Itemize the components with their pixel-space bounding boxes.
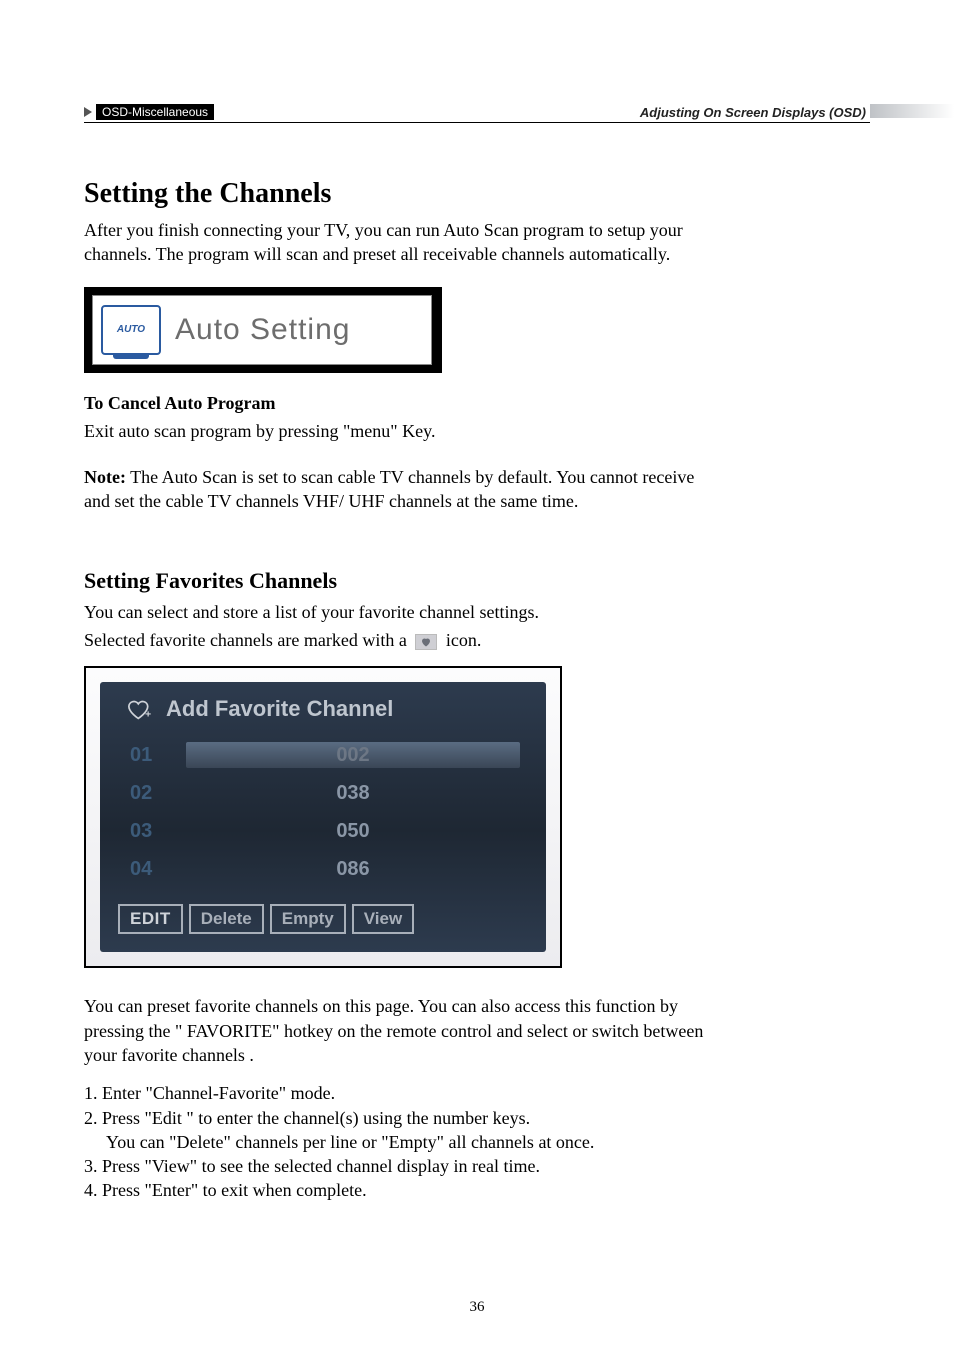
favorite-panel-frame: + Add Favorite Channel 01 002 02 038 03 050 04… bbox=[84, 666, 562, 968]
favorite-row-value-wrap: 002 bbox=[186, 742, 520, 768]
favorites-intro-2a: Selected favorite channels are marked wi… bbox=[84, 630, 411, 650]
favorite-row-index: 04 bbox=[126, 858, 186, 881]
favorite-row[interactable]: 02 038 bbox=[126, 774, 520, 812]
section-title-favorites: Setting Favorites Channels bbox=[84, 568, 704, 594]
favorite-rows-container: 01 002 02 038 03 050 04 086 bbox=[126, 736, 520, 888]
favorite-panel-title: Add Favorite Channel bbox=[166, 696, 393, 722]
note-text: The Auto Scan is set to scan cable TV ch… bbox=[84, 467, 694, 511]
cancel-auto-bold: To Cancel Auto Program bbox=[84, 393, 276, 413]
step-3: 3. Press "View" to see the selected chan… bbox=[84, 1154, 704, 1178]
favorite-row-index: 01 bbox=[126, 744, 186, 767]
favorite-panel: + Add Favorite Channel 01 002 02 038 03 050 04… bbox=[100, 682, 546, 952]
breadcrumb-left: OSD-Miscellaneous bbox=[84, 104, 214, 120]
favorite-row-value: 002 bbox=[336, 744, 369, 767]
favorite-row-value-wrap: 038 bbox=[186, 780, 520, 806]
favorite-row-value: 038 bbox=[336, 782, 369, 805]
header-right-label: Adjusting On Screen Displays (OSD) bbox=[640, 105, 870, 120]
svg-text:+: + bbox=[145, 710, 151, 721]
empty-button[interactable]: Empty bbox=[270, 904, 346, 934]
favorite-row-value: 050 bbox=[336, 820, 369, 843]
favorite-row[interactable]: 04 086 bbox=[126, 850, 520, 888]
note-label: Note: bbox=[84, 467, 126, 487]
step-4: 4. Press "Enter" to exit when complete. bbox=[84, 1178, 704, 1202]
favorites-intro-2: Selected favorite channels are marked wi… bbox=[84, 628, 704, 652]
edit-button[interactable]: EDIT bbox=[118, 904, 183, 934]
auto-setting-inner: AUTO Auto Setting bbox=[92, 295, 432, 365]
favorite-row-index: 03 bbox=[126, 820, 186, 843]
cancel-auto-text: Exit auto scan program by pressing "menu… bbox=[84, 419, 704, 443]
step-1: 1. Enter "Channel-Favorite" mode. bbox=[84, 1081, 704, 1105]
steps-list: 1. Enter "Channel-Favorite" mode. 2. Pre… bbox=[84, 1081, 704, 1202]
favorite-row[interactable]: 01 002 bbox=[126, 736, 520, 774]
auto-setting-text: Auto Setting bbox=[175, 313, 350, 347]
after-panel-text: You can preset favorite channels on this… bbox=[84, 994, 704, 1067]
favorite-row-index: 02 bbox=[126, 782, 186, 805]
favorites-intro-1: You can select and store a list of your … bbox=[84, 600, 704, 624]
favorite-buttons-row: EDIT Delete Empty View bbox=[118, 904, 520, 934]
favorite-row[interactable]: 03 050 bbox=[126, 812, 520, 850]
favorite-row-value: 086 bbox=[336, 858, 369, 881]
header-fade-decoration bbox=[870, 104, 954, 118]
heart-icon bbox=[415, 634, 437, 650]
arrow-right-icon bbox=[84, 107, 92, 117]
heart-add-icon: + bbox=[126, 697, 154, 721]
note-paragraph: Note: The Auto Scan is set to scan cable… bbox=[84, 465, 704, 514]
tv-auto-icon: AUTO bbox=[101, 305, 161, 355]
cancel-auto-heading: To Cancel Auto Program bbox=[84, 391, 704, 415]
auto-setting-graphic: AUTO Auto Setting bbox=[84, 287, 442, 373]
step-2: 2. Press "Edit " to enter the channel(s)… bbox=[84, 1106, 704, 1130]
step-2b: You can "Delete" channels per line or "E… bbox=[84, 1130, 704, 1154]
favorite-row-value-wrap: 086 bbox=[186, 856, 520, 882]
page-header: OSD-Miscellaneous Adjusting On Screen Di… bbox=[84, 104, 870, 123]
page-number: 36 bbox=[0, 1299, 954, 1316]
favorite-panel-title-row: + Add Favorite Channel bbox=[126, 696, 520, 722]
delete-button[interactable]: Delete bbox=[189, 904, 264, 934]
breadcrumb: OSD-Miscellaneous bbox=[96, 104, 214, 120]
section-title-channels: Setting the Channels bbox=[84, 178, 704, 210]
favorites-intro-2b: icon. bbox=[446, 630, 482, 650]
view-button[interactable]: View bbox=[352, 904, 414, 934]
section1-intro: After you finish connecting your TV, you… bbox=[84, 218, 704, 267]
auto-small-label: AUTO bbox=[117, 324, 145, 335]
favorite-row-value-wrap: 050 bbox=[186, 818, 520, 844]
